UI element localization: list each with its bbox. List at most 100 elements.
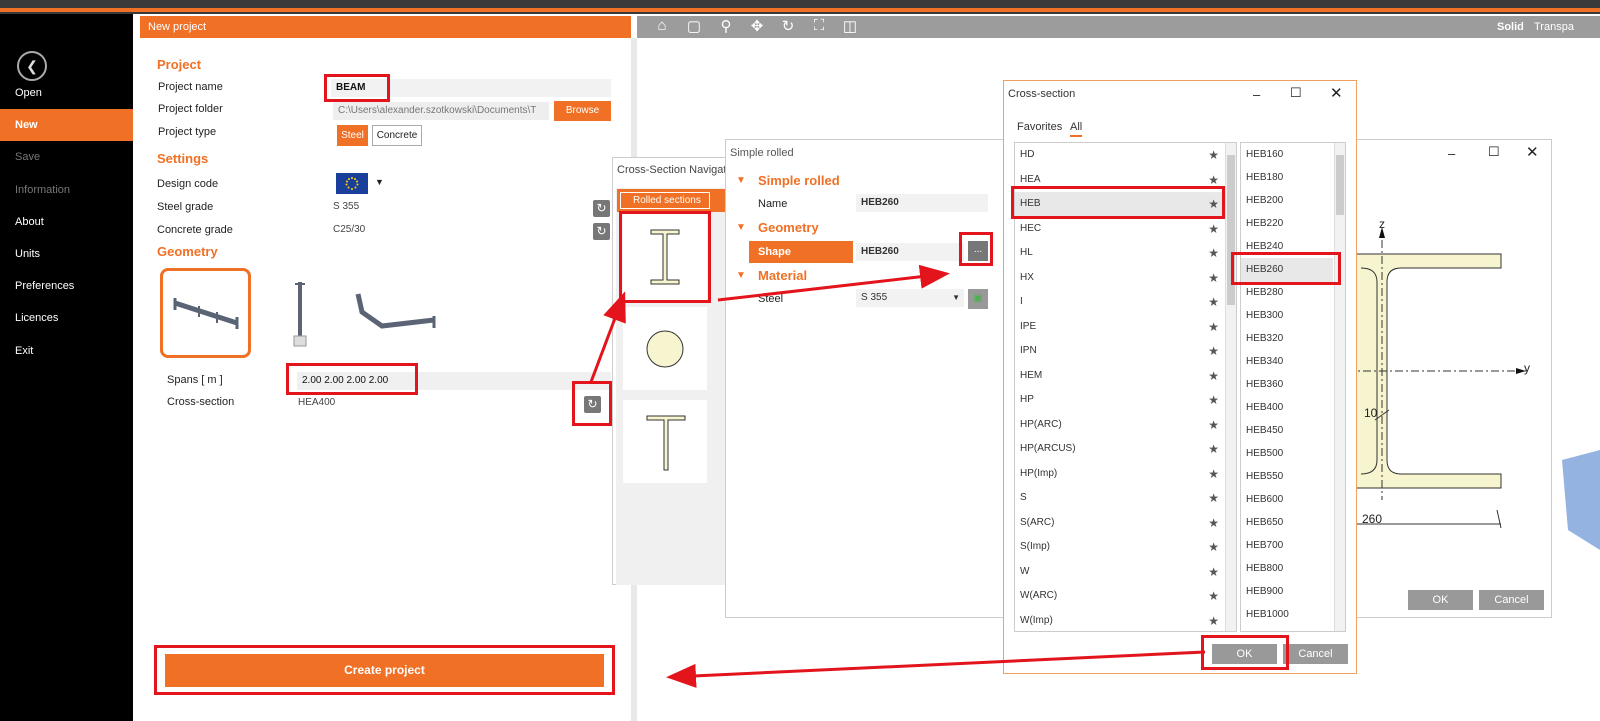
create-project-button[interactable]: Create project bbox=[165, 654, 604, 687]
shape-input[interactable]: HEB260 bbox=[856, 243, 964, 261]
star-icon[interactable]: ★ bbox=[1208, 535, 1219, 559]
size-item[interactable]: HEB200 bbox=[1241, 189, 1333, 213]
size-item[interactable]: HEB180 bbox=[1241, 166, 1333, 190]
view-icon[interactable]: ◫ bbox=[839, 17, 861, 35]
zoom-icon[interactable]: ⚲ bbox=[715, 17, 737, 35]
move-icon[interactable]: ✥ bbox=[746, 17, 768, 35]
refresh-cross-section-icon[interactable]: ↻ bbox=[584, 396, 601, 413]
size-scrollbar[interactable] bbox=[1334, 143, 1345, 631]
minimize-icon[interactable]: – bbox=[1448, 146, 1455, 161]
maximize-icon[interactable]: ☐ bbox=[1488, 144, 1500, 160]
shape-circle[interactable] bbox=[623, 307, 707, 390]
family-scrollbar[interactable] bbox=[1225, 143, 1236, 631]
collapse-simple-icon[interactable]: ▼ bbox=[736, 175, 746, 186]
minimize-icon[interactable]: – bbox=[1253, 87, 1260, 102]
star-icon[interactable]: ★ bbox=[1208, 462, 1219, 486]
star-icon[interactable]: ★ bbox=[1208, 143, 1219, 167]
size-item[interactable]: HEB280 bbox=[1241, 281, 1333, 305]
preview-cancel-button[interactable]: Cancel bbox=[1479, 590, 1544, 610]
size-item[interactable]: HEB300 bbox=[1241, 304, 1333, 328]
size-item[interactable]: HEB160 bbox=[1241, 143, 1333, 167]
fit-icon[interactable]: ⛶ bbox=[808, 17, 830, 34]
star-icon[interactable]: ★ bbox=[1208, 388, 1219, 412]
size-item[interactable]: HEB450 bbox=[1241, 419, 1333, 443]
family-item[interactable]: HEA ★ bbox=[1015, 168, 1225, 192]
sidebar-item-open[interactable]: Open bbox=[0, 77, 133, 109]
family-item[interactable]: W(ARC) ★ bbox=[1015, 584, 1225, 608]
name-input[interactable]: HEB260 bbox=[856, 194, 988, 212]
size-item[interactable]: HEB1000 bbox=[1241, 603, 1333, 627]
steel-grade-value[interactable]: S 355 bbox=[333, 201, 359, 212]
refresh-icon[interactable]: ↻ bbox=[593, 200, 610, 217]
shape-browse-button[interactable]: ... bbox=[968, 241, 988, 261]
family-item[interactable]: IPN ★ bbox=[1015, 339, 1225, 363]
star-icon[interactable]: ★ bbox=[1208, 437, 1219, 461]
size-item[interactable]: HEB650 bbox=[1241, 511, 1333, 535]
size-item[interactable]: HEB500 bbox=[1241, 442, 1333, 466]
star-icon[interactable]: ★ bbox=[1208, 290, 1219, 314]
solid-mode[interactable]: Solid bbox=[1497, 21, 1524, 33]
family-item[interactable]: HL ★ bbox=[1015, 241, 1225, 265]
star-icon[interactable]: ★ bbox=[1208, 560, 1219, 584]
sidebar-item-about[interactable]: About bbox=[0, 206, 133, 238]
material-edit-icon[interactable]: ▣ bbox=[968, 289, 988, 309]
size-item[interactable]: HEB600 bbox=[1241, 488, 1333, 512]
spans-input[interactable]: 2.00 2.00 2.00 2.00 bbox=[297, 372, 611, 390]
project-folder-input[interactable]: C:\Users\alexander.szotkowski\Documents\… bbox=[333, 102, 549, 120]
size-item[interactable]: HEB550 bbox=[1241, 465, 1333, 489]
type-steel-button[interactable]: Steel bbox=[337, 125, 368, 146]
star-icon[interactable]: ★ bbox=[1208, 217, 1219, 241]
star-icon[interactable]: ★ bbox=[1208, 192, 1219, 216]
size-item[interactable]: HEB700 bbox=[1241, 534, 1333, 558]
project-name-input[interactable]: BEAM bbox=[331, 79, 611, 97]
geometry-option-column[interactable] bbox=[285, 278, 315, 350]
collapse-geometry-icon[interactable]: ▼ bbox=[736, 222, 746, 233]
size-item[interactable]: HEB400 bbox=[1241, 396, 1333, 420]
transparent-mode[interactable]: Transpa bbox=[1534, 21, 1574, 33]
family-item[interactable]: HEB ★ bbox=[1015, 192, 1225, 216]
size-item[interactable]: HEB240 bbox=[1241, 235, 1333, 259]
family-item[interactable]: HEC ★ bbox=[1015, 217, 1225, 241]
close-icon[interactable]: ✕ bbox=[1526, 143, 1539, 161]
refresh-icon[interactable]: ↻ bbox=[593, 223, 610, 240]
family-item[interactable]: IPE ★ bbox=[1015, 315, 1225, 339]
family-item[interactable]: HP(Imp) ★ bbox=[1015, 462, 1225, 486]
sidebar-item-licences[interactable]: Licences bbox=[0, 302, 133, 334]
cross-section-value[interactable]: HEA400 bbox=[298, 397, 335, 408]
family-item[interactable]: W ★ bbox=[1015, 560, 1225, 584]
browse-button[interactable]: Browse bbox=[554, 101, 611, 121]
star-icon[interactable]: ★ bbox=[1208, 511, 1219, 535]
size-item[interactable]: HEB360 bbox=[1241, 373, 1333, 397]
family-item[interactable]: S(Imp) ★ bbox=[1015, 535, 1225, 559]
family-item[interactable]: HP ★ bbox=[1015, 388, 1225, 412]
tab-rolled-sections[interactable]: Rolled sections bbox=[617, 189, 713, 212]
family-item[interactable]: HP(ARCUS) ★ bbox=[1015, 437, 1225, 461]
sidebar-item-exit[interactable]: Exit bbox=[0, 335, 133, 367]
size-item[interactable]: HEB260 bbox=[1241, 258, 1333, 282]
sidebar-item-save[interactable]: Save bbox=[0, 141, 133, 173]
preview-ok-button[interactable]: OK bbox=[1408, 590, 1473, 610]
star-icon[interactable]: ★ bbox=[1208, 339, 1219, 363]
concrete-grade-value[interactable]: C25/30 bbox=[333, 224, 365, 235]
home-icon[interactable]: ⌂ bbox=[651, 17, 673, 34]
star-icon[interactable]: ★ bbox=[1208, 486, 1219, 510]
sidebar-item-units[interactable]: Units bbox=[0, 238, 133, 270]
size-item[interactable]: HEB340 bbox=[1241, 350, 1333, 374]
geometry-option-frame[interactable] bbox=[352, 286, 438, 336]
steel-select[interactable]: S 355 ▼ bbox=[856, 289, 964, 307]
type-concrete-button[interactable]: Concrete bbox=[372, 125, 422, 146]
tab-all[interactable]: All bbox=[1070, 121, 1083, 137]
star-icon[interactable]: ★ bbox=[1208, 266, 1219, 290]
size-item[interactable]: HEB220 bbox=[1241, 212, 1333, 236]
star-icon[interactable]: ★ bbox=[1208, 315, 1219, 339]
family-item[interactable]: HD ★ bbox=[1015, 143, 1225, 167]
chevron-down-icon[interactable]: ▼ bbox=[375, 177, 384, 187]
size-item[interactable]: HEB320 bbox=[1241, 327, 1333, 351]
shape-t-section[interactable] bbox=[623, 400, 707, 483]
star-icon[interactable]: ★ bbox=[1208, 584, 1219, 608]
family-item[interactable]: HP(ARC) ★ bbox=[1015, 413, 1225, 437]
tab-favorites[interactable]: Favorites bbox=[1017, 121, 1062, 133]
star-icon[interactable]: ★ bbox=[1208, 609, 1219, 632]
eu-flag-icon[interactable] bbox=[336, 173, 368, 194]
family-item[interactable]: HEM ★ bbox=[1015, 364, 1225, 388]
